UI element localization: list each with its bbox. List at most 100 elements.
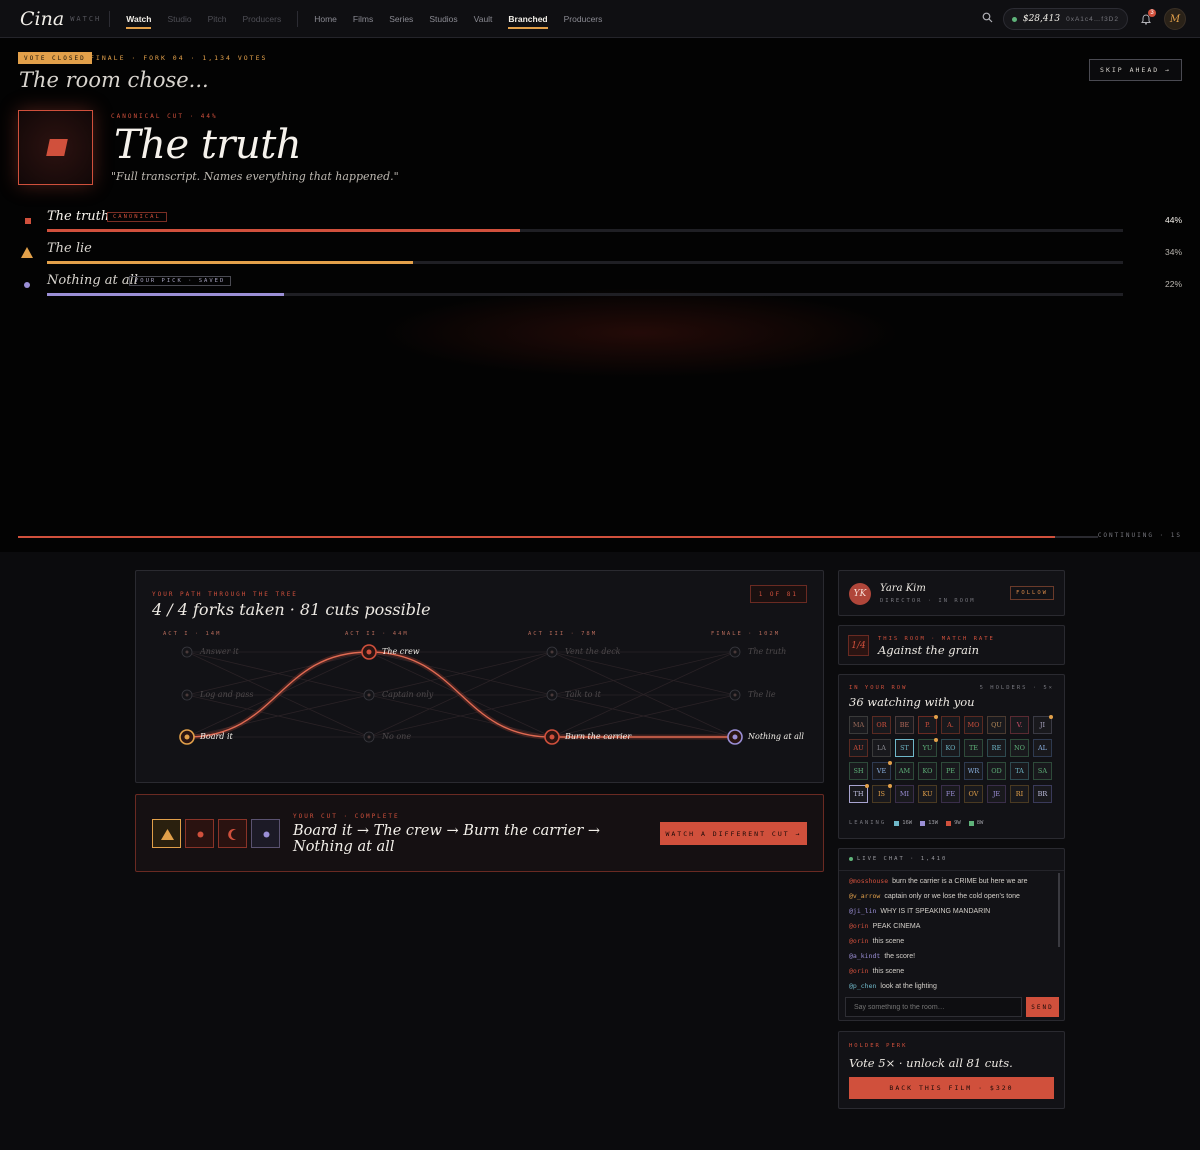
tree-node-label[interactable]: Vent the deck [565, 647, 621, 656]
seat-initials: OD [991, 767, 1002, 775]
tree-node-label[interactable]: Nothing at all [748, 732, 804, 741]
holder-badge-icon [888, 784, 892, 788]
seat[interactable]: FE [941, 785, 960, 803]
seat[interactable]: MI [895, 785, 914, 803]
vote-bar-track [47, 293, 1123, 296]
seat[interactable]: OV [964, 785, 983, 803]
tree-node-label[interactable]: Board it [200, 732, 233, 741]
director-avatar[interactable]: YK [849, 583, 871, 605]
nav-link-films[interactable]: Films [345, 0, 381, 38]
seat[interactable]: OR [872, 716, 891, 734]
seat-initials: TA [1015, 767, 1024, 775]
seat[interactable]: KO [918, 762, 937, 780]
row-holders: 5 HOLDERS · 5× [979, 685, 1054, 691]
nav-link-home[interactable]: Home [306, 0, 345, 38]
tree-node-label[interactable]: Talk to it [565, 690, 601, 699]
chat-username[interactable]: @orin [849, 967, 869, 975]
match-rate-card: 1/4 THIS ROOM · MATCH RATE Against the g… [838, 625, 1065, 665]
chat-input[interactable] [845, 997, 1022, 1017]
seat[interactable]: NO [1010, 739, 1029, 757]
chat-username[interactable]: @p_chen [849, 982, 876, 990]
seat[interactable]: AU [849, 739, 868, 757]
tree-node-symbol [550, 693, 554, 697]
chosen-path [186, 651, 735, 738]
seat-initials: RE [991, 744, 1002, 752]
tree-node-label[interactable]: The lie [748, 690, 776, 699]
chat-username[interactable]: @orin [849, 922, 869, 930]
seat[interactable]: TE [964, 739, 983, 757]
nav-link-producers[interactable]: Producers [556, 0, 611, 38]
chat-scrollbar[interactable] [1058, 873, 1060, 947]
seat[interactable]: JE [987, 785, 1006, 803]
seat[interactable]: TH [849, 784, 869, 803]
seat[interactable]: BR [1033, 785, 1052, 803]
nav-link-vault[interactable]: Vault [466, 0, 501, 38]
chat-username[interactable]: @v_arrow [849, 892, 880, 900]
tree-node-label[interactable]: Burn the carrier [565, 732, 631, 741]
seat[interactable]: IS [872, 784, 892, 803]
director-name[interactable]: Yara Kim [880, 583, 926, 594]
seat[interactable]: WR [964, 762, 983, 780]
tree-node-symbol [550, 650, 554, 654]
tree-node-label[interactable]: The crew [382, 647, 420, 656]
nav-link-studios[interactable]: Studios [421, 0, 465, 38]
seat[interactable]: MA [849, 716, 868, 734]
watch-different-cut-button[interactable]: WATCH A DIFFERENT CUT → [660, 822, 807, 845]
follow-button[interactable]: FOLLOW [1010, 586, 1054, 600]
bell-icon[interactable]: 3 [1138, 9, 1156, 27]
logo[interactable]: Cina [20, 8, 64, 30]
avatar[interactable]: M [1164, 8, 1186, 30]
seat[interactable]: SA [1033, 762, 1052, 780]
seat-initials: FE [945, 790, 956, 798]
skip-ahead-button[interactable]: SKIP AHEAD → [1089, 59, 1182, 81]
tree-node-symbol [732, 734, 738, 740]
tree-node-label[interactable]: The truth [748, 647, 786, 656]
seat[interactable]: MO [964, 716, 983, 734]
chat-username[interactable]: @a_kindt [849, 952, 880, 960]
seat[interactable]: RE [987, 739, 1006, 757]
seat[interactable]: TA [1010, 762, 1029, 780]
your-cut-path: Board it → The crew → Burn the carrier →… [293, 823, 601, 855]
nav-link-series[interactable]: Series [381, 0, 421, 38]
branch-tree [179, 644, 743, 745]
tree-node-label[interactable]: Log and pass [200, 690, 253, 699]
back-film-button[interactable]: BACK THIS FILM · $320 [849, 1077, 1054, 1099]
seat[interactable]: BE [895, 716, 914, 734]
seat[interactable]: AM [895, 762, 914, 780]
wallet-pill[interactable]: $28,413 0xA1c4…f3D2 [1002, 8, 1128, 30]
chat-username[interactable]: @orin [849, 937, 869, 945]
seat[interactable]: PE [941, 762, 960, 780]
cut-chip-nothing [251, 819, 280, 848]
seat[interactable]: RI [1010, 785, 1029, 803]
seat[interactable]: P. [918, 715, 938, 734]
mode-tab-watch[interactable]: Watch [118, 0, 159, 38]
continuing-progress-fill [18, 536, 1055, 538]
seat[interactable]: LA [872, 739, 891, 757]
seat[interactable]: AL [1033, 739, 1052, 757]
mode-tab-pitch[interactable]: Pitch [200, 0, 235, 38]
send-button[interactable]: SEND [1026, 997, 1059, 1017]
holder-perk-card: HOLDER PERK Vote 5× · unlock all 81 cuts… [838, 1031, 1065, 1109]
tree-node-label[interactable]: Answer it [200, 647, 239, 656]
seat[interactable]: VE [872, 761, 892, 780]
tree-node-label[interactable]: Captain only [382, 690, 433, 699]
mode-tab-studio[interactable]: Studio [159, 0, 199, 38]
seat[interactable]: KU [918, 785, 937, 803]
nav-link-branched[interactable]: Branched [500, 0, 555, 38]
search-icon[interactable] [982, 12, 993, 26]
seat[interactable]: V. [1010, 716, 1029, 734]
seat[interactable]: ST [895, 739, 914, 757]
seat[interactable]: SH [849, 762, 868, 780]
tree-node-label[interactable]: No one [382, 732, 411, 741]
seat[interactable]: QU [987, 716, 1006, 734]
chat-username[interactable]: @mosshouse [849, 877, 888, 885]
chat-username[interactable]: @ji_lin [849, 907, 876, 915]
seat[interactable]: A. [941, 716, 960, 734]
vote-bar-track [47, 261, 1123, 264]
seat-initials: IS [877, 790, 886, 798]
seat[interactable]: JI [1033, 715, 1053, 734]
mode-tab-producers[interactable]: Producers [234, 0, 289, 38]
seat[interactable]: KO [941, 739, 960, 757]
seat[interactable]: YU [918, 738, 938, 757]
seat[interactable]: OD [987, 762, 1006, 780]
